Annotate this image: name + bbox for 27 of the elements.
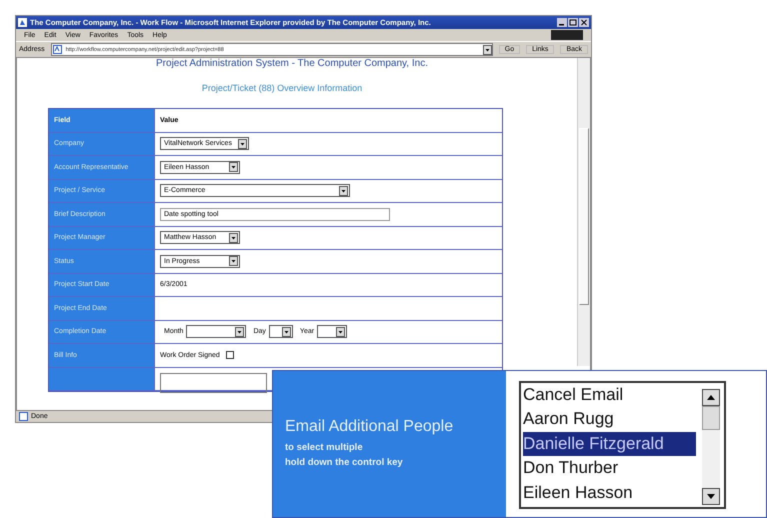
list-option[interactable]: Aaron Rugg xyxy=(523,407,702,432)
list-option[interactable]: Cancel Email xyxy=(523,383,702,408)
page-heading: Project Administration System - The Computer Company, Inc. xyxy=(156,58,428,69)
text-area[interactable] xyxy=(160,372,267,392)
maximize-icon[interactable] xyxy=(568,18,578,27)
dropdown[interactable] xyxy=(317,325,348,338)
browser-icon[interactable] xyxy=(18,18,27,27)
page-subheading: Project/Ticket (88) Overview Information xyxy=(202,83,362,93)
dropdown[interactable] xyxy=(268,325,293,338)
scroll-down-icon[interactable] xyxy=(702,488,720,505)
page-icon[interactable] xyxy=(52,45,62,54)
list-box[interactable]: Cancel Email Aaron Rugg Danielle Fitzgerald Don Thurber Eileen Hasson xyxy=(519,381,726,509)
close-icon[interactable] xyxy=(579,18,589,27)
scroll-thumb[interactable] xyxy=(702,406,720,430)
list-option[interactable]: Eileen Hasson xyxy=(523,480,702,506)
hint-text: to select multiple xyxy=(285,441,364,455)
scrollbar[interactable] xyxy=(577,58,590,366)
dropdown[interactable] xyxy=(186,325,246,338)
logo-block xyxy=(551,30,583,40)
hint-text: hold down the control key xyxy=(285,456,404,470)
minimize-icon[interactable] xyxy=(557,18,567,27)
panel-title: Email Additional People xyxy=(285,418,454,436)
checkbox[interactable] xyxy=(226,351,234,360)
list-option[interactable]: Danielle Fitzgerald xyxy=(523,432,696,456)
list-option[interactable]: Don Thurber xyxy=(523,456,702,481)
page-icon[interactable] xyxy=(19,412,28,421)
scroll-up-icon[interactable] xyxy=(702,389,720,406)
